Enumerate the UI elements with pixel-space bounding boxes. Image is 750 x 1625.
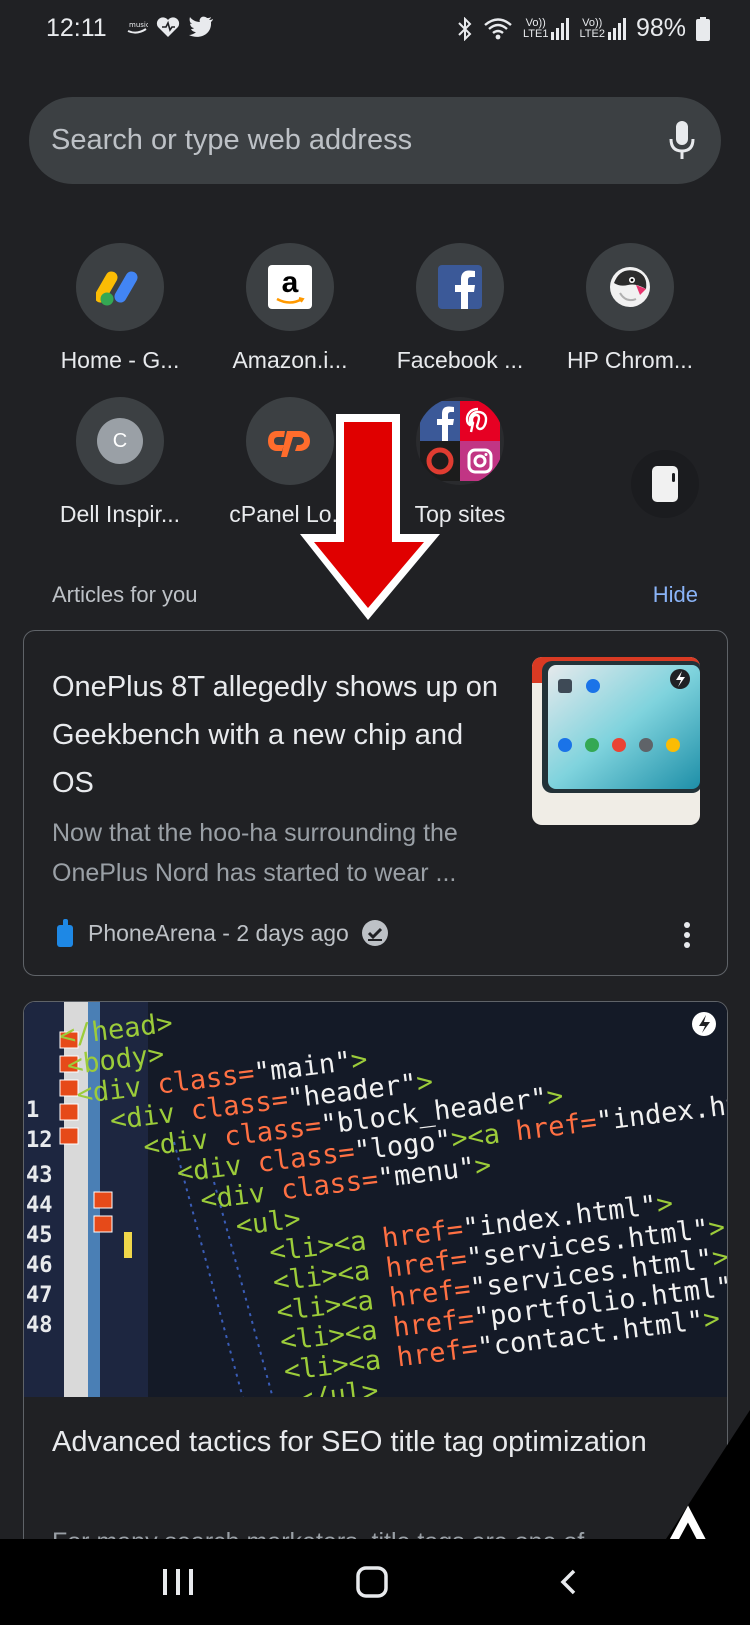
home-icon[interactable]	[342, 1561, 402, 1603]
code-line-number: 46	[26, 1253, 53, 1278]
article-source: PhoneArena - 2 days ago	[54, 919, 389, 947]
phone-bubble-icon	[652, 466, 678, 502]
omnibox-search-bar[interactable]: Search or type web address	[29, 97, 721, 184]
svg-text:music: music	[129, 21, 148, 29]
wifi-icon	[484, 17, 512, 39]
back-icon[interactable]	[538, 1561, 598, 1603]
bluetooth-icon	[458, 16, 472, 41]
hp-puffin-icon	[586, 243, 674, 331]
red-down-arrow-annotation	[300, 414, 440, 620]
lte2-label: LTE2	[579, 27, 605, 40]
shortcut-label: Dell Inspir...	[59, 501, 181, 527]
letter-c-icon: C	[76, 397, 164, 485]
music-icon: music	[127, 21, 148, 34]
volte2-label: Vo))	[582, 16, 603, 29]
code-line-number: 12	[26, 1128, 53, 1153]
system-icons: Vo)) LTE1 Vo)) LTE2 98%	[457, 14, 710, 43]
battery-icon	[696, 16, 710, 41]
twitter-icon	[189, 16, 213, 37]
shortcut-label: HP Chrom...	[566, 347, 694, 373]
more-options-icon[interactable]	[683, 921, 691, 949]
system-navigation-bar	[0, 1539, 750, 1625]
status-time: 12:11	[46, 14, 107, 42]
hide-articles-button[interactable]: Hide	[653, 582, 698, 608]
article-title[interactable]: OnePlus 8T allegedly shows up on Geekben…	[52, 663, 502, 807]
article-source-text: PhoneArena - 2 days ago	[88, 919, 349, 946]
code-line-number: 44	[26, 1193, 53, 1218]
heart-icon	[156, 17, 180, 37]
signal-lte1-icon: Vo)) LTE1	[522, 16, 570, 40]
search-input[interactable]: Search or type web address	[51, 124, 412, 157]
microphone-icon[interactable]	[667, 119, 697, 161]
status-bar: 12:11 music Vo)) LTE1 Vo)) LTE2 98%	[0, 0, 750, 60]
offline-check-icon	[361, 920, 388, 946]
articles-section-title: Articles for you	[52, 582, 198, 607]
article-snippet: Now that the hoo-ha surrounding the OneP…	[52, 819, 458, 887]
article-image[interactable]: 1 12 43 44 45 46 47 48 </head> <body> <div class=…	[24, 1002, 727, 1397]
code-line-number: 45	[26, 1223, 53, 1248]
battery-percent: 98%	[635, 14, 686, 42]
code-line-number: 47	[26, 1283, 53, 1308]
shortcut-amazon[interactable]: a Amazon.i...	[205, 243, 375, 374]
lte1-label: LTE1	[522, 27, 549, 40]
google-ads-icon	[76, 243, 164, 331]
volte1-label: Vo))	[525, 16, 546, 29]
article-card[interactable]: OnePlus 8T allegedly shows up on Geekben…	[23, 630, 728, 976]
article-title[interactable]: Advanced tactics for SEO title tag optim…	[52, 1418, 692, 1466]
shortcut-label: Amazon.i...	[232, 347, 348, 373]
signal-lte2-icon: Vo)) LTE2	[579, 16, 626, 40]
shortcut-dell-inspiron[interactable]: C Dell Inspir...	[35, 397, 205, 528]
facebook-icon	[416, 243, 504, 331]
letter-c-text: C	[112, 429, 128, 452]
shortcut-hp-chrome[interactable]: HP Chrom...	[545, 243, 715, 374]
amazon-icon: a	[246, 243, 334, 331]
article-thumbnail[interactable]	[532, 657, 700, 825]
shortcut-label: Home - G...	[60, 347, 180, 373]
recents-icon[interactable]	[148, 1561, 208, 1603]
shortcut-home-g[interactable]: Home - G...	[35, 243, 205, 374]
shortcut-facebook[interactable]: Facebook ...	[375, 243, 545, 374]
floating-bubble-button[interactable]	[631, 450, 699, 518]
shortcut-label: Facebook ...	[396, 347, 524, 373]
notification-icons: music	[126, 16, 214, 38]
phonearena-icon	[57, 919, 73, 947]
code-line-number: 48	[26, 1313, 53, 1338]
code-line-number: 43	[26, 1163, 53, 1188]
code-line-number: 1	[26, 1098, 39, 1123]
